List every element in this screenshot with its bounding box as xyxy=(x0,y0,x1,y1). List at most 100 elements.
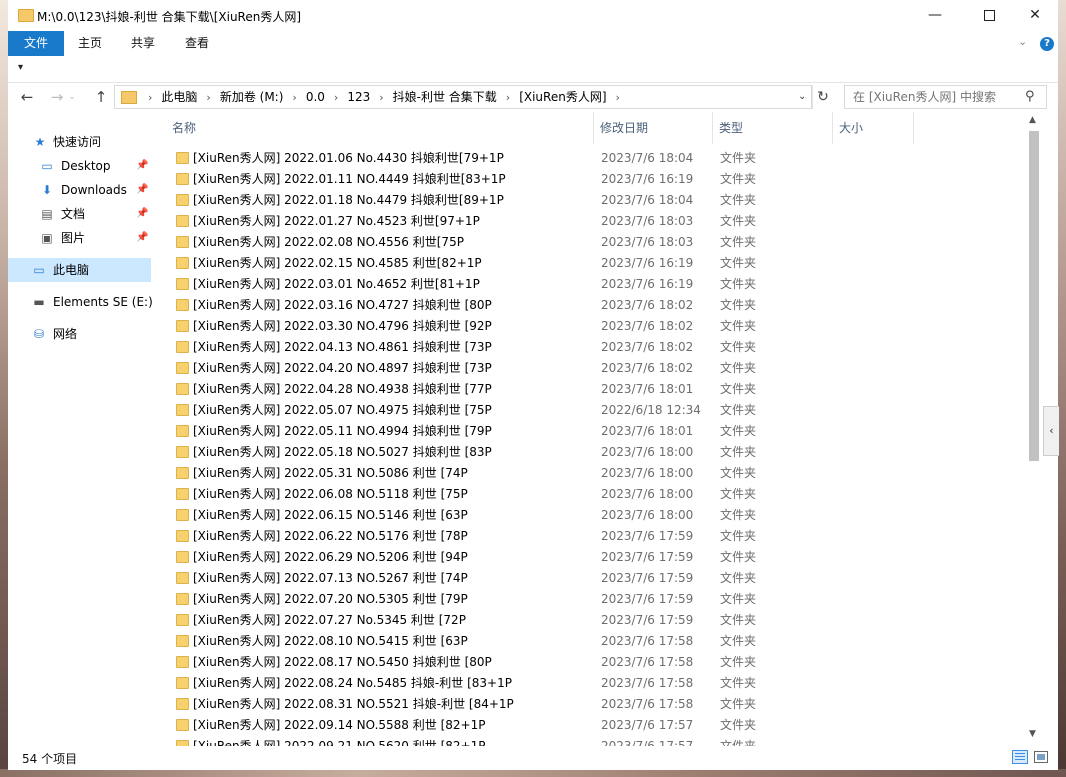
download-icon: ⬇ xyxy=(41,183,53,197)
folder-icon xyxy=(176,194,189,206)
table-row[interactable]: [XiuRen秀人网] 2022.08.31 NO.5521 抖娘-利世 [84… xyxy=(158,694,1028,715)
column-header-type[interactable]: 类型 xyxy=(713,112,833,144)
file-name: [XiuRen秀人网] 2022.03.01 No.4652 利世[81+1P xyxy=(193,277,480,291)
table-row[interactable]: [XiuRen秀人网] 2022.01.27 No.4523 利世[97+1P 2… xyxy=(158,211,1028,232)
breadcrumb-drive-m[interactable]: 新加卷 (M:) xyxy=(220,90,284,104)
details-view-icon[interactable] xyxy=(1012,750,1028,764)
back-button[interactable]: ← xyxy=(16,86,38,108)
table-row[interactable]: [XiuRen秀人网] 2022.07.27 No.5345 利世 [72P 20… xyxy=(158,610,1028,631)
table-row[interactable]: [XiuRen秀人网] 2022.03.30 NO.4796 抖娘利世 [92P… xyxy=(158,316,1028,337)
address-history-dropdown[interactable]: ⌄ xyxy=(798,86,806,108)
table-row[interactable]: [XiuRen秀人网] 2022.09.14 NO.5588 利世 [82+1P… xyxy=(158,715,1028,736)
tab-view[interactable]: 查看 xyxy=(184,31,210,56)
sidebar-item-quick-access[interactable]: ★ 快速访问 xyxy=(8,130,151,154)
breadcrumb-collection[interactable]: 抖娘-利世 合集下载 xyxy=(393,90,497,104)
recent-locations-icon[interactable]: ⌄ xyxy=(66,86,78,108)
file-name: [XiuRen秀人网] 2022.05.18 NO.5027 抖娘利世 [83P xyxy=(193,445,492,459)
pin-icon[interactable]: 📌 xyxy=(136,226,148,250)
table-row[interactable]: [XiuRen秀人网] 2022.06.15 NO.5146 利世 [63P 20… xyxy=(158,505,1028,526)
chevron-right-icon[interactable]: › xyxy=(334,87,338,109)
chevron-right-icon[interactable]: › xyxy=(292,87,296,109)
forward-button[interactable]: → xyxy=(46,86,68,108)
chevron-right-icon[interactable]: › xyxy=(379,87,383,109)
table-row[interactable]: [XiuRen秀人网] 2022.08.24 No.5485 抖娘-利世 [83… xyxy=(158,673,1028,694)
table-row[interactable]: [XiuRen秀人网] 2022.06.29 NO.5206 利世 [94P 20… xyxy=(158,547,1028,568)
table-row[interactable]: [XiuRen秀人网] 2022.01.18 No.4479 抖娘利世[89+1… xyxy=(158,190,1028,211)
maximize-icon xyxy=(983,9,995,21)
maximize-button[interactable] xyxy=(966,0,1012,31)
file-name: [XiuRen秀人网] 2022.08.10 NO.5415 利世 [63P xyxy=(193,634,468,648)
chevron-right-icon[interactable]: › xyxy=(206,87,210,109)
sidebar-item-desktop[interactable]: ▭ Desktop 📌 xyxy=(8,154,151,178)
tab-home[interactable]: 主页 xyxy=(78,31,102,56)
table-row[interactable]: [XiuRen秀人网] 2022.04.20 NO.4897 抖娘利世 [73P… xyxy=(158,358,1028,379)
column-header-name[interactable]: 名称 xyxy=(166,112,594,144)
table-row[interactable]: [XiuRen秀人网] 2022.08.17 NO.5450 抖娘利世 [80P… xyxy=(158,652,1028,673)
up-button[interactable]: ↑ xyxy=(90,86,112,108)
close-button[interactable]: ✕ xyxy=(1012,0,1058,31)
pin-icon[interactable]: 📌 xyxy=(136,154,148,178)
sidebar-item-documents[interactable]: ▤ 文档 📌 xyxy=(8,202,151,226)
table-row[interactable]: [XiuRen秀人网] 2022.04.28 NO.4938 抖娘利世 [77P… xyxy=(158,379,1028,400)
scrollbar-thumb[interactable] xyxy=(1029,131,1039,461)
table-row[interactable]: [XiuRen秀人网] 2022.02.15 NO.4585 利世[82+1P 2… xyxy=(158,253,1028,274)
table-row[interactable]: [XiuRen秀人网] 2022.05.11 NO.4994 抖娘利世 [79P… xyxy=(158,421,1028,442)
sidebar-item-elements-drive[interactable]: ▬ Elements SE (E:) xyxy=(8,290,152,314)
pin-icon[interactable]: 📌 xyxy=(136,202,148,226)
tab-file[interactable]: 文件 xyxy=(8,31,64,56)
address-bar[interactable]: › 此电脑 › 新加卷 (M:) › 0.0 › 123 › 抖娘-利世 合集下载 › [XiuRen… xyxy=(114,85,812,109)
sidebar-item-network[interactable]: ⛁ 网络 xyxy=(8,322,151,346)
file-type: 文件夹 xyxy=(720,571,757,585)
table-row[interactable]: [XiuRen秀人网] 2022.07.13 NO.5267 利世 [74P 20… xyxy=(158,568,1028,589)
table-row[interactable]: [XiuRen秀人网] 2022.08.10 NO.5415 利世 [63P 20… xyxy=(158,631,1028,652)
folder-icon xyxy=(176,572,189,584)
scroll-up-icon[interactable]: ▲ xyxy=(1029,115,1036,125)
file-name: [XiuRen秀人网] 2022.08.31 NO.5521 抖娘-利世 [84… xyxy=(193,697,514,711)
search-box[interactable]: ⚲ xyxy=(844,85,1047,109)
table-row[interactable]: [XiuRen秀人网] 2022.05.07 NO.4975 抖娘利世 [75P… xyxy=(158,400,1028,421)
sidebar-item-downloads[interactable]: ⬇ Downloads 📌 xyxy=(8,178,151,202)
chevron-right-icon[interactable]: › xyxy=(148,87,152,109)
chevron-left-icon[interactable]: ‹ xyxy=(1043,406,1059,456)
help-icon[interactable]: ? xyxy=(1040,37,1054,51)
chevron-right-icon[interactable]: › xyxy=(616,87,620,109)
minimize-button[interactable]: — xyxy=(912,0,958,31)
table-row[interactable]: [XiuRen秀人网] 2022.06.08 NO.5118 利世 [75P 20… xyxy=(158,484,1028,505)
pin-icon[interactable]: 📌 xyxy=(136,178,148,202)
large-icons-view-icon[interactable] xyxy=(1034,751,1048,763)
sidebar-item-pictures[interactable]: ▣ 图片 📌 xyxy=(8,226,151,250)
modified-date: 2023/7/6 17:58 xyxy=(601,697,694,711)
file-name: [XiuRen秀人网] 2022.01.18 No.4479 抖娘利世[89+1… xyxy=(193,193,504,207)
ribbon-expand-icon[interactable]: ⌄ xyxy=(1018,35,1027,48)
table-row[interactable]: [XiuRen秀人网] 2022.05.31 NO.5086 利世 [74P 20… xyxy=(158,463,1028,484)
refresh-button[interactable]: ↻ xyxy=(812,85,833,109)
search-input[interactable] xyxy=(853,86,1013,108)
folder-icon xyxy=(176,404,189,416)
sidebar-item-label: 文档 xyxy=(61,207,86,221)
breadcrumb-this-pc[interactable]: 此电脑 xyxy=(161,90,197,104)
table-row[interactable]: [XiuRen秀人网] 2022.02.08 NO.4556 利世[75P 202… xyxy=(158,232,1028,253)
table-row[interactable]: [XiuRen秀人网] 2022.03.01 No.4652 利世[81+1P 2… xyxy=(158,274,1028,295)
tab-share[interactable]: 共享 xyxy=(130,31,156,56)
sidebar-item-this-pc[interactable]: ▭ 此电脑 xyxy=(8,258,151,282)
table-row[interactable]: [XiuRen秀人网] 2022.05.18 NO.5027 抖娘利世 [83P… xyxy=(158,442,1028,463)
modified-date: 2023/7/6 18:01 xyxy=(601,424,694,438)
column-header-date[interactable]: 修改日期 xyxy=(594,112,713,144)
table-row[interactable]: [XiuRen秀人网] 2022.09.21 NO.5620 利世 [82+1P… xyxy=(158,736,1028,746)
vertical-scrollbar[interactable]: ▲ ▼ xyxy=(1026,115,1043,746)
search-icon[interactable]: ⚲ xyxy=(1025,89,1035,104)
table-row[interactable]: [XiuRen秀人网] 2022.04.13 NO.4861 抖娘利世 [73P… xyxy=(158,337,1028,358)
customize-toolbar-icon[interactable]: ▾ xyxy=(18,62,23,73)
chevron-right-icon[interactable]: › xyxy=(506,87,510,109)
table-row[interactable]: [XiuRen秀人网] 2022.06.22 NO.5176 利世 [78P 20… xyxy=(158,526,1028,547)
breadcrumb-123[interactable]: 123 xyxy=(347,90,370,104)
table-row[interactable]: [XiuRen秀人网] 2022.01.06 No.4430 抖娘利世[79+1… xyxy=(158,148,1028,169)
title-bar[interactable]: M:\0.0\123\抖娘-利世 合集下载\[XiuRen秀人网] — ✕ xyxy=(8,0,1058,31)
table-row[interactable]: [XiuRen秀人网] 2022.03.16 NO.4727 抖娘利世 [80P… xyxy=(158,295,1028,316)
table-row[interactable]: [XiuRen秀人网] 2022.01.11 NO.4449 抖娘利世[83+1… xyxy=(158,169,1028,190)
breadcrumb-0-0[interactable]: 0.0 xyxy=(306,90,325,104)
breadcrumb-xiuren[interactable]: [XiuRen秀人网] xyxy=(519,90,606,104)
scroll-down-icon[interactable]: ▼ xyxy=(1029,729,1036,739)
table-row[interactable]: [XiuRen秀人网] 2022.07.20 NO.5305 利世 [79P 20… xyxy=(158,589,1028,610)
column-header-size[interactable]: 大小 xyxy=(833,112,914,144)
